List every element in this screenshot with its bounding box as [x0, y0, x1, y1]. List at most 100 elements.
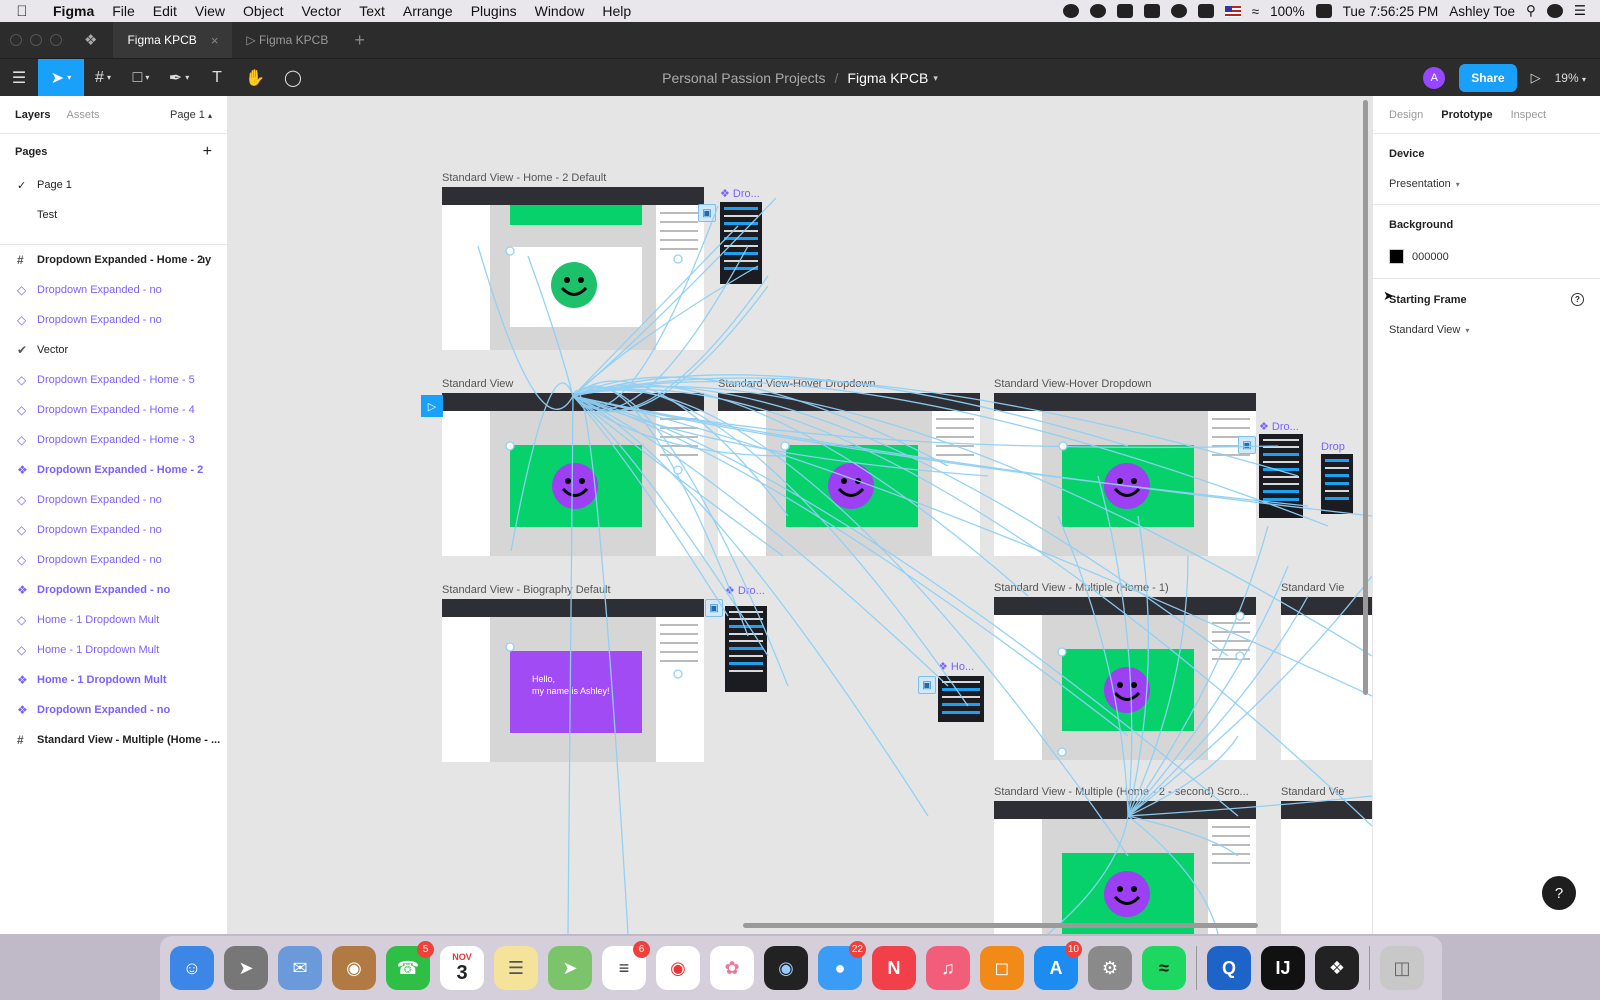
- layer-item[interactable]: # Standard View - Multiple (Home - ...: [0, 725, 221, 755]
- layer-item[interactable]: ◇ Dropdown Expanded - no: [0, 485, 227, 515]
- launchpad-icon[interactable]: ➤: [224, 946, 268, 990]
- siri-icon[interactable]: [1546, 4, 1563, 18]
- quicktime-icon[interactable]: Q: [1207, 946, 1251, 990]
- menu-plugins[interactable]: Plugins: [462, 3, 526, 19]
- connection-node[interactable]: [1058, 441, 1068, 451]
- menu-app[interactable]: Figma: [44, 3, 103, 19]
- connection-node[interactable]: [505, 642, 515, 652]
- system-preferences-icon[interactable]: ⚙: [1088, 946, 1132, 990]
- siri-icon[interactable]: ◉: [764, 946, 808, 990]
- layer-item[interactable]: ◇ Dropdown Expanded - Home - 3: [0, 425, 227, 455]
- onepassword-icon[interactable]: [1089, 4, 1106, 18]
- magnet-icon[interactable]: [1143, 4, 1160, 18]
- maps-icon[interactable]: ➤: [548, 946, 592, 990]
- close-window-button[interactable]: [10, 34, 22, 46]
- color-swatch[interactable]: [1389, 249, 1404, 264]
- share-button[interactable]: Share: [1459, 63, 1517, 92]
- apple-icon[interactable]: : [0, 3, 44, 20]
- add-page-icon[interactable]: +: [203, 143, 212, 161]
- layer-item[interactable]: ◇ Home - 1 Dropdown Mult: [0, 635, 227, 665]
- menu-view[interactable]: View: [186, 3, 234, 19]
- user-name[interactable]: Ashley Toe: [1449, 4, 1515, 19]
- breadcrumb-file[interactable]: Figma KPCB: [847, 70, 928, 86]
- record-icon[interactable]: [1062, 4, 1079, 18]
- tab-layers[interactable]: Layers: [15, 109, 50, 121]
- tab-inspect[interactable]: Inspect: [1511, 109, 1546, 121]
- connection-node[interactable]: [673, 669, 683, 679]
- zoom-level[interactable]: 19% ▾: [1555, 71, 1586, 85]
- connection-node[interactable]: [505, 246, 515, 256]
- mail-icon[interactable]: ✉: [278, 946, 322, 990]
- device-dropdown[interactable]: Presentation ▾: [1389, 178, 1584, 190]
- new-tab-icon[interactable]: +: [354, 30, 365, 51]
- prototype-connection-line[interactable]: [510, 382, 574, 552]
- battery-icon[interactable]: [1315, 4, 1332, 18]
- zoom-window-button[interactable]: [50, 34, 62, 46]
- prototype-connection-line[interactable]: [1127, 795, 1372, 817]
- text-tool-icon[interactable]: T: [198, 59, 236, 97]
- menu-help[interactable]: Help: [593, 3, 640, 19]
- prototype-connection-line[interactable]: [572, 225, 739, 397]
- prototype-connection-line[interactable]: [572, 384, 1029, 597]
- figma-app-icon[interactable]: ❖: [1315, 946, 1359, 990]
- facetime-icon[interactable]: ☎ 5: [386, 941, 434, 990]
- prototype-connection-line[interactable]: [572, 380, 789, 517]
- menu-edit[interactable]: Edit: [144, 3, 186, 19]
- menu-window[interactable]: Window: [526, 3, 594, 19]
- page-selector[interactable]: Page 1 ▴: [170, 109, 212, 121]
- layer-item[interactable]: ❖ Home - 1 Dropdown Mult: [0, 665, 227, 695]
- page-item[interactable]: ✓ Page 1: [0, 170, 227, 200]
- layer-item[interactable]: ◇ Dropdown Expanded - Home - 4: [0, 395, 227, 425]
- news-icon[interactable]: N: [872, 946, 916, 990]
- books-icon[interactable]: ◻: [980, 946, 1024, 990]
- prototype-connection-line[interactable]: [572, 395, 729, 617]
- minimize-window-button[interactable]: [30, 34, 42, 46]
- menu-text[interactable]: Text: [350, 3, 394, 19]
- connection-node[interactable]: [673, 465, 683, 475]
- prototype-connection-line[interactable]: [572, 380, 1329, 527]
- horizontal-scrollbar[interactable]: [743, 923, 1258, 928]
- tab-figma-kpcb[interactable]: Figma KPCB ×: [113, 22, 233, 58]
- layer-item[interactable]: ◇ Dropdown Expanded - no: [0, 515, 227, 545]
- prototype-connection-line[interactable]: [572, 395, 929, 817]
- canvas[interactable]: Standard View - Home - 2 Default Standar…: [228, 96, 1372, 934]
- layer-item[interactable]: ❖ Dropdown Expanded - no: [0, 695, 227, 725]
- starting-frame-dropdown[interactable]: Standard View ▾: [1389, 324, 1584, 336]
- tab-prototype[interactable]: Prototype: [1441, 109, 1492, 121]
- notification-center-icon[interactable]: ☰: [1574, 3, 1586, 19]
- comment-tool-icon[interactable]: ◯: [274, 59, 312, 97]
- background-hex[interactable]: 000000: [1412, 251, 1449, 263]
- layer-item[interactable]: ✔ Vector: [0, 335, 227, 365]
- wifi-icon[interactable]: ≈: [1252, 4, 1259, 19]
- prototype-connection-line[interactable]: [1127, 555, 1189, 817]
- menu-arrange[interactable]: Arrange: [394, 3, 462, 19]
- breadcrumb-project[interactable]: Personal Passion Projects: [662, 70, 825, 86]
- trash-icon[interactable]: ◫: [1380, 946, 1424, 990]
- layer-item[interactable]: ❖ Dropdown Expanded - no: [0, 575, 227, 605]
- menu-vector[interactable]: Vector: [292, 3, 350, 19]
- prototype-connection-line[interactable]: [1127, 595, 1309, 817]
- menu-object[interactable]: Object: [234, 3, 292, 19]
- app-store-icon[interactable]: A 10: [1034, 941, 1082, 990]
- us-flag-icon[interactable]: [1224, 5, 1241, 17]
- connection-node[interactable]: [780, 441, 790, 451]
- pen-tool-icon[interactable]: ✒ ▾: [160, 59, 198, 97]
- prototype-connection-line[interactable]: [1127, 815, 1219, 934]
- beats-icon[interactable]: [1170, 4, 1187, 18]
- move-tool-icon[interactable]: ➤ ▾: [38, 58, 84, 97]
- dropbox-icon[interactable]: [1116, 4, 1133, 18]
- frame-tool-icon[interactable]: # ▾: [84, 59, 122, 97]
- prototype-connection-line[interactable]: [1127, 575, 1372, 817]
- background-color-field[interactable]: 000000: [1389, 249, 1584, 264]
- prototype-connection-line[interactable]: [567, 395, 574, 934]
- layer-item[interactable]: # Dropdown Expanded - Home - 2: [0, 245, 204, 275]
- connection-node[interactable]: [505, 441, 515, 451]
- page-item[interactable]: Test: [0, 200, 227, 230]
- calendar-icon[interactable]: NOV 3: [440, 946, 484, 990]
- spotlight-icon[interactable]: ⚲: [1526, 3, 1536, 19]
- close-tab-icon[interactable]: ×: [211, 33, 219, 48]
- messages-icon[interactable]: ● 22: [818, 941, 866, 990]
- chevron-down-icon[interactable]: ▾: [933, 73, 938, 84]
- notes-icon[interactable]: ☰: [494, 946, 538, 990]
- spotify-icon[interactable]: ≈: [1142, 946, 1186, 990]
